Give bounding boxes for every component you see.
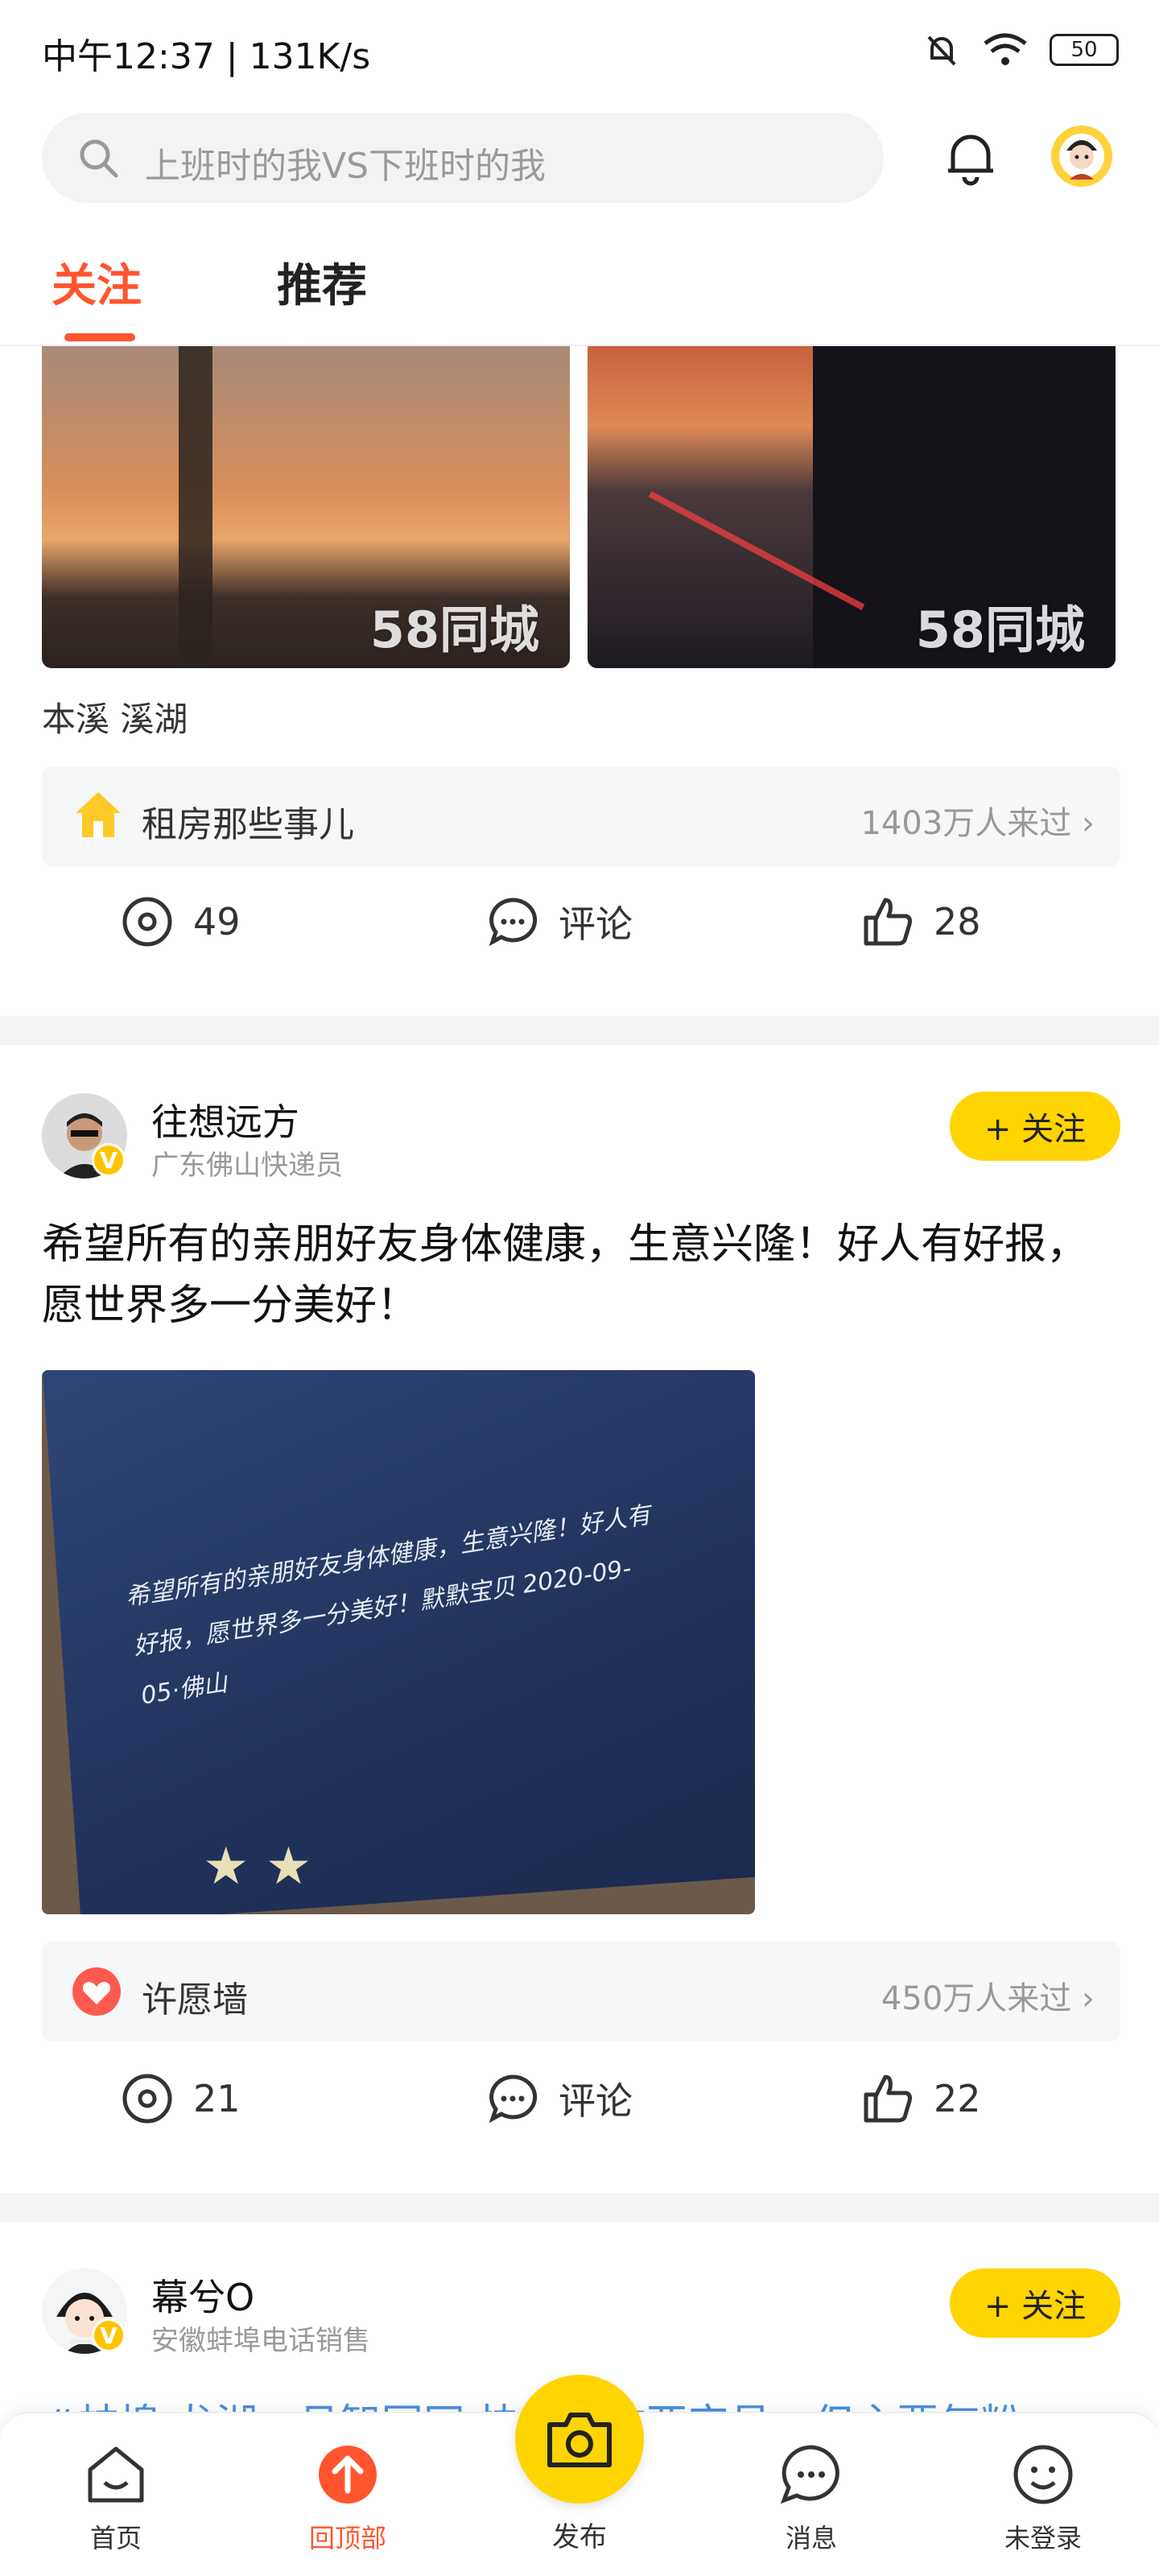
watermark: 58同城 xyxy=(915,601,1085,659)
post-actions: 21 评论 22 xyxy=(0,2072,1159,2169)
topic-count-text: 450万人来过 xyxy=(881,1980,1072,2017)
tab-indicator xyxy=(64,333,135,341)
nav-back-to-top[interactable]: 回顶部 xyxy=(283,2444,412,2555)
author-subtitle: 安徽蚌埠电话销售 xyxy=(151,2325,370,2357)
comment-icon xyxy=(489,2074,538,2124)
post-photo[interactable]: 58同城 xyxy=(588,346,1116,668)
avatar-face-icon xyxy=(1059,134,1104,180)
post-image[interactable]: 希望所有的亲朋好友身体健康，生意兴隆！好人有好报，愿世界多一分美好！默默宝贝 2… xyxy=(42,1370,755,1914)
nav-home[interactable]: 首页 xyxy=(52,2444,180,2555)
home-icon xyxy=(88,2446,144,2503)
follow-button[interactable]: + 关注 xyxy=(950,2268,1120,2338)
star-decoration: ★ ★ xyxy=(203,1837,312,1897)
mute-bell-icon xyxy=(927,35,956,66)
section-gap xyxy=(0,2193,1159,2222)
status-icons: 50 xyxy=(922,31,1119,69)
notification-bell-icon[interactable] xyxy=(942,127,1000,188)
views-count: 49 xyxy=(193,900,241,943)
topic-count: 1403万人来过 › xyxy=(860,805,1095,842)
battery-level: 50 xyxy=(1070,38,1098,62)
thumbs-up-icon xyxy=(864,2074,912,2123)
tab-recommend[interactable]: 推荐 xyxy=(277,250,367,315)
author-subtitle: 广东佛山快递员 xyxy=(151,1150,343,1182)
topic-name: 租房那些事儿 xyxy=(142,804,354,845)
nav-messages-label: 消息 xyxy=(785,2523,837,2553)
eye-icon xyxy=(122,897,172,947)
topic-card[interactable]: 许愿墙 450万人来过 › xyxy=(42,1942,1120,2041)
post-text: 希望所有的亲朋好友身体健康，生意兴隆！好人有好报，愿世界多一分美好！ xyxy=(42,1220,1089,1330)
search-placeholder: 上班时的我VS下班时的我 xyxy=(145,146,547,187)
topic-card[interactable]: 租房那些事儿 1403万人来过 › xyxy=(42,766,1120,866)
author-name[interactable]: 幕兮O xyxy=(151,2268,254,2322)
follow-button[interactable]: + 关注 xyxy=(950,1092,1120,1161)
like-button[interactable]: 28 xyxy=(861,895,981,948)
views-counter: 49 xyxy=(121,895,241,948)
verified-badge: V xyxy=(92,1143,126,1177)
battery-icon: 50 xyxy=(1050,34,1119,66)
nav-messages[interactable]: 消息 xyxy=(747,2444,876,2555)
tab-following[interactable]: 关注 xyxy=(52,250,142,315)
author-name[interactable]: 往想远方 xyxy=(151,1093,299,1146)
watermark: 58同城 xyxy=(369,601,539,659)
house-icon xyxy=(76,792,121,837)
camera-icon xyxy=(547,2413,612,2467)
status-bar: 中午12:37 | 131K/s 50 xyxy=(0,0,1159,105)
likes-count: 22 xyxy=(934,2077,981,2120)
wish-heart-icon xyxy=(72,1967,121,2016)
section-gap xyxy=(0,1016,1159,1045)
nav-profile[interactable]: 未登录 xyxy=(979,2444,1107,2555)
topic-name: 许愿墙 xyxy=(142,1979,248,2021)
window-frame xyxy=(179,346,212,668)
publish-button[interactable] xyxy=(515,2375,644,2504)
like-button[interactable]: 22 xyxy=(861,2072,981,2125)
views-counter: 21 xyxy=(121,2072,241,2125)
eye-icon xyxy=(122,2074,172,2124)
status-time: 中午12:37 | 131K/s xyxy=(42,36,371,77)
comment-button[interactable]: 评论 xyxy=(486,895,633,948)
back-to-top-icon xyxy=(319,2446,377,2504)
nav-publish-label: 发布 xyxy=(552,2521,607,2553)
message-icon xyxy=(780,2445,839,2504)
verified-badge: V xyxy=(92,2318,126,2352)
wifi-icon xyxy=(984,33,1027,65)
search-bar[interactable]: 上班时的我VS下班时的我 xyxy=(42,113,884,203)
comment-button[interactable]: 评论 xyxy=(486,2072,633,2125)
comment-label: 评论 xyxy=(559,902,633,946)
post-actions: 49 评论 28 xyxy=(0,895,1159,992)
nav-back-to-top-label: 回顶部 xyxy=(308,2523,386,2553)
comment-label: 评论 xyxy=(559,2079,633,2123)
comment-icon xyxy=(489,898,538,947)
nav-profile-label: 未登录 xyxy=(1004,2523,1082,2553)
search-icon xyxy=(80,139,118,178)
topic-count-text: 1403万人来过 xyxy=(860,805,1072,842)
thumbs-up-icon xyxy=(864,898,912,946)
likes-count: 28 xyxy=(934,900,981,943)
user-icon xyxy=(1013,2445,1073,2504)
nav-home-label: 首页 xyxy=(89,2523,142,2553)
post-photo[interactable]: 58同城 xyxy=(42,346,570,668)
views-count: 21 xyxy=(193,2077,241,2120)
user-avatar[interactable] xyxy=(1051,126,1112,187)
post-location: 本溪 溪湖 xyxy=(42,700,188,739)
topic-count: 450万人来过 › xyxy=(881,1980,1095,2017)
